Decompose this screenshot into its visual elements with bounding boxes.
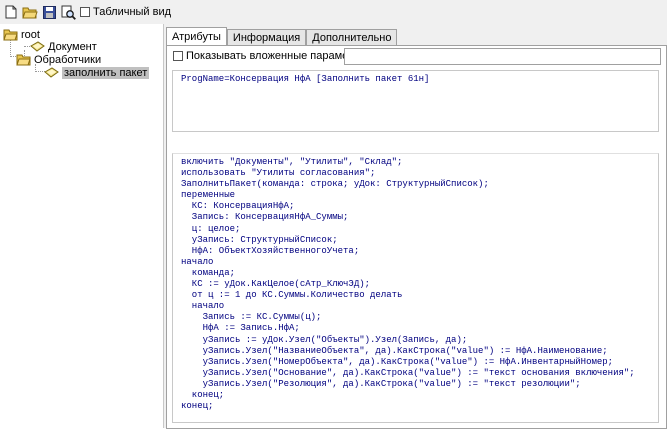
folder-open-icon — [16, 54, 31, 66]
code-line: КС := уДок.КакЦелое(сАтр_КлючЭД); — [181, 279, 371, 290]
code-line: от ц := 1 до КС.Суммы.Количество делать — [181, 290, 403, 301]
code-line: КС: КонсервацияНфА; — [181, 201, 295, 212]
new-file-icon[interactable] — [3, 4, 19, 20]
code-line: конец; — [181, 401, 214, 412]
tree-node-handlers[interactable]: Обработчики — [16, 53, 101, 67]
attributes-panel: Показывать вложенные параметры: ProgName… — [166, 45, 667, 429]
folder-open-icon — [3, 29, 18, 41]
code-line: ц: целое; — [181, 223, 241, 234]
code-line: переменные — [181, 190, 236, 201]
search-icon[interactable] — [60, 4, 76, 20]
table-view-checkbox[interactable] — [80, 7, 90, 17]
code-line: уЗапись.Узел("Основание", да).КакСтрока(… — [181, 367, 635, 378]
code-line: конец; — [181, 389, 225, 400]
code-line: НфА: ОбъектХозяйственногоУчета; — [181, 245, 360, 256]
code-line: Запись: КонсервацияНфА_Суммы; — [181, 212, 349, 223]
show-nested-checkbox[interactable] — [173, 51, 183, 61]
tree-node-label: Обработчики — [34, 54, 102, 66]
show-nested-label: Показывать вложенные параметры: — [186, 50, 371, 62]
code-line: использовать "Утилиты согласования"; — [181, 168, 376, 179]
code-line: уЗапись := уДок.Узел("Объекты").Узел(Зап… — [181, 334, 468, 345]
code-line: Запись := КС.Суммы(ц); — [181, 312, 322, 323]
table-view-toggle[interactable]: Табличный вид — [80, 6, 171, 18]
code-line: уЗапись.Узел("НазваниеОбъекта", да).КакС… — [181, 345, 608, 356]
progname-editor[interactable]: ProgName=Консервация НфА [Заполнить паке… — [172, 70, 659, 132]
open-folder-icon[interactable] — [22, 4, 38, 20]
tree-panel: root Документ Обработчики заполнить паке… — [0, 24, 164, 428]
tree-node-label: Документ — [48, 41, 97, 53]
save-icon[interactable] — [41, 4, 57, 20]
tab-bar: Атрибуты Информация Дополнительно — [166, 27, 398, 46]
tab-information[interactable]: Информация — [226, 29, 307, 46]
main-panel: Атрибуты Информация Дополнительно Показы… — [164, 24, 667, 429]
nested-params-input[interactable] — [344, 48, 661, 65]
code-line: ЗаполнитьПакет(команда: строка; уДок: Ст… — [181, 179, 489, 190]
tree-node-fill-package[interactable]: заполнить пакет — [44, 66, 150, 80]
tab-attributes[interactable]: Атрибуты — [166, 27, 227, 46]
code-line: включить "Документы", "Утилиты", "Склад"… — [181, 157, 403, 167]
code-editor[interactable]: включить "Документы", "Утилиты", "Склад"… — [172, 153, 659, 423]
tab-additional[interactable]: Дополнительно — [306, 29, 398, 46]
code-line: команда; — [181, 267, 236, 278]
code-line: начало — [181, 256, 214, 267]
code-line: уЗапись.Узел("Резолюция", да).КакСтрока(… — [181, 378, 581, 389]
show-nested-toggle[interactable]: Показывать вложенные параметры: — [173, 50, 370, 62]
handler-icon — [44, 67, 59, 78]
progname-text: ProgName=Консервация НфА [Заполнить паке… — [181, 74, 430, 84]
tree-node-label: заполнить пакет — [62, 67, 150, 79]
document-icon — [30, 41, 45, 52]
table-view-label: Табличный вид — [93, 6, 172, 18]
code-line: начало — [181, 301, 225, 312]
code-line: НфА := Запись.НфА; — [181, 323, 300, 334]
tree-node-documents[interactable]: Документ — [30, 40, 97, 54]
code-line: уЗапись.Узел("НомерОбъекта", да).КакСтро… — [181, 356, 614, 367]
code-line: уЗапись: СтруктурныйСписок; — [181, 234, 338, 245]
toolbar: Табличный вид — [0, 0, 667, 25]
